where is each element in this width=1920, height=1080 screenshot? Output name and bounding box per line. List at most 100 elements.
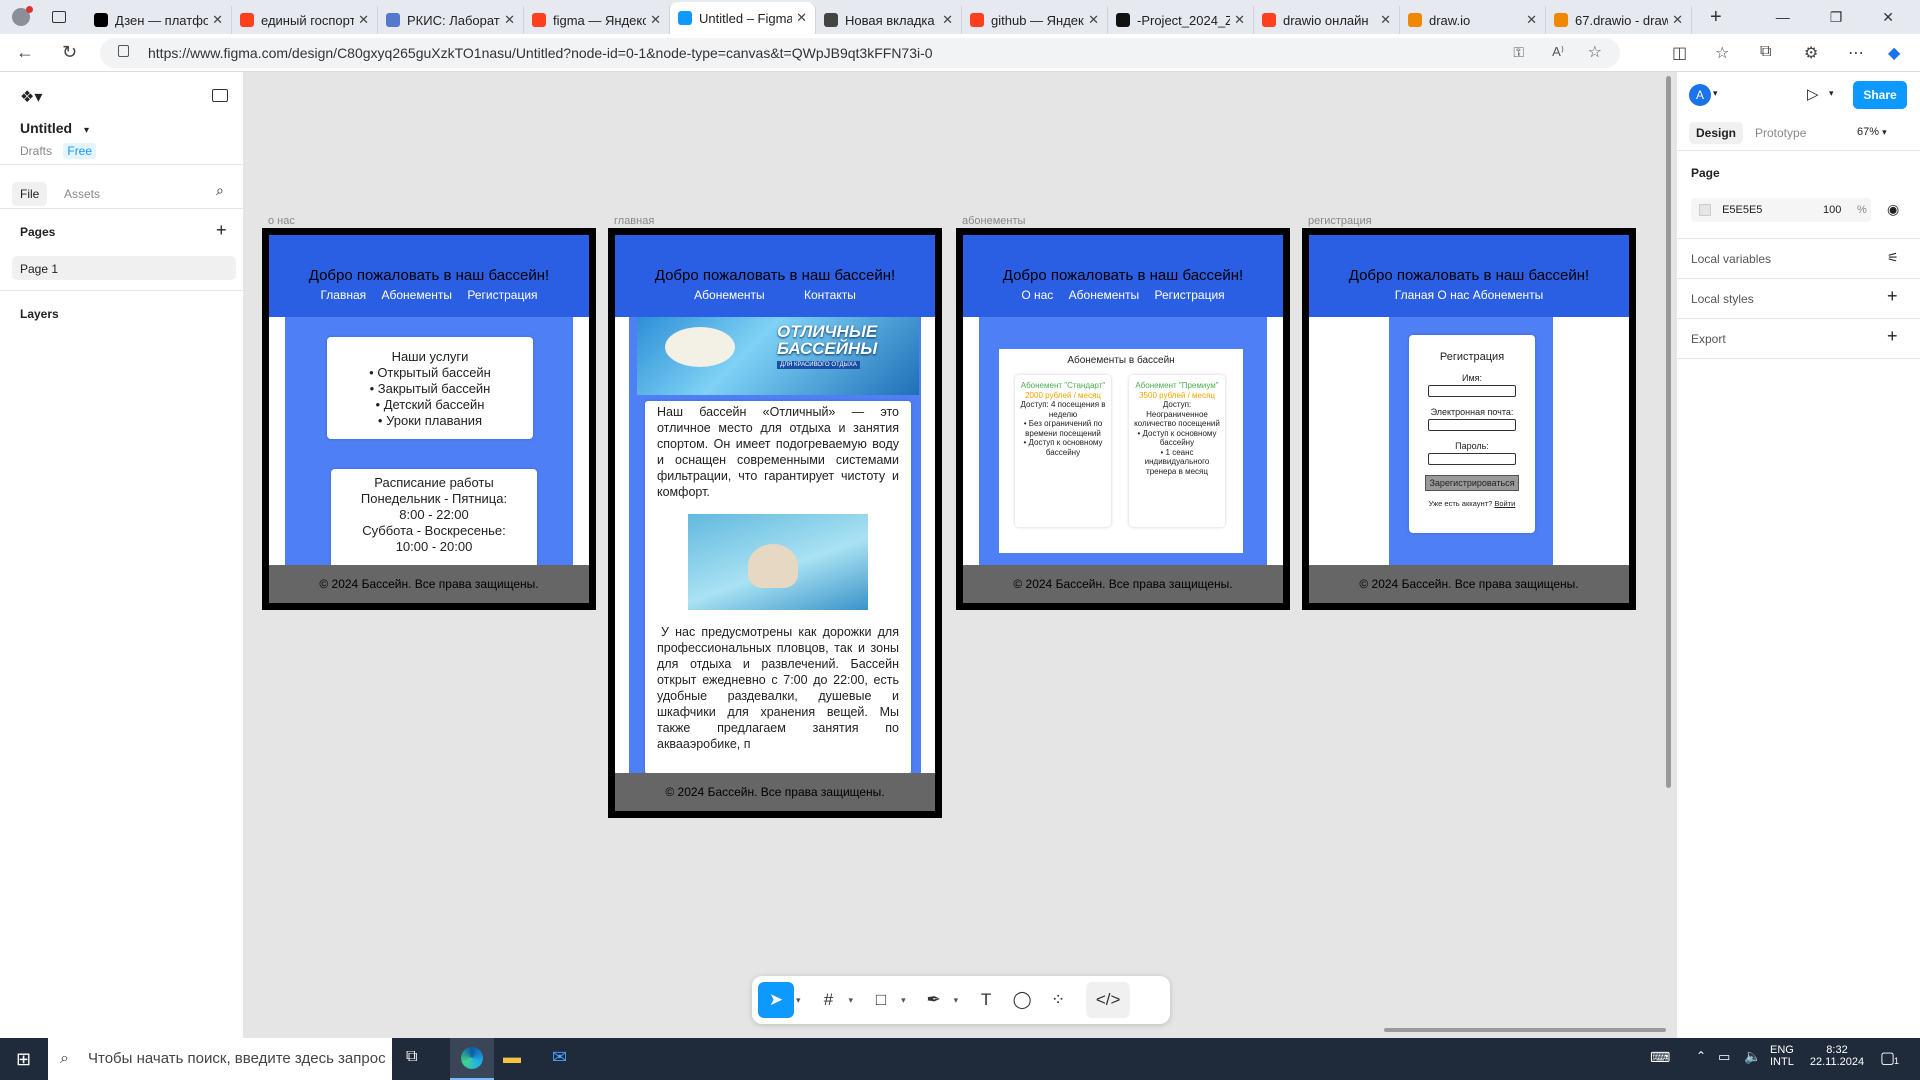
browser-tab[interactable]: drawio онлайн ✕ xyxy=(1254,6,1400,34)
page-bg-color-field[interactable]: E5E5E5 100 % xyxy=(1691,198,1871,222)
collections-icon[interactable]: ⧉ xyxy=(1760,43,1771,61)
chevron-down-icon[interactable]: ▾ xyxy=(1829,88,1834,99)
resources-tool-icon[interactable]: ⁘ xyxy=(1040,982,1076,1018)
search-icon[interactable]: ⌕ xyxy=(216,182,224,199)
file-explorer-icon[interactable]: ▬ xyxy=(503,1047,521,1068)
tab-close-icon[interactable]: ✕ xyxy=(504,12,515,28)
edge-taskbar-item[interactable] xyxy=(450,1038,494,1080)
local-styles[interactable]: Local styles xyxy=(1691,292,1754,306)
tab-file[interactable]: File xyxy=(12,182,48,206)
local-variables[interactable]: Local variables xyxy=(1691,252,1771,266)
page-item-page1[interactable]: Page 1 xyxy=(12,256,236,280)
tab-design[interactable]: Design xyxy=(1689,122,1744,144)
variables-settings-icon[interactable]: ⚟ xyxy=(1887,250,1899,266)
frame-label-about[interactable]: о нас xyxy=(268,215,295,227)
add-style-icon[interactable]: + xyxy=(1887,286,1898,307)
chevron-down-icon[interactable]: ▾ xyxy=(849,995,854,1006)
file-title[interactable]: Untitled ▾ xyxy=(20,120,89,136)
tab-close-icon[interactable]: ✕ xyxy=(1088,12,1099,28)
nav-link[interactable]: Регистрация xyxy=(467,288,537,302)
browser-tab[interactable]: единый госпорт ✕ xyxy=(232,6,378,34)
tab-close-icon[interactable]: ✕ xyxy=(212,12,223,28)
zoom-level[interactable]: 67% ▾ xyxy=(1857,126,1887,138)
taskbar-search[interactable]: ⌕ Чтобы начать поиск, введите здесь запр… xyxy=(48,1038,392,1080)
email-input[interactable] xyxy=(1428,419,1516,431)
copilot-icon[interactable]: ◆ xyxy=(1888,43,1900,63)
url-field[interactable]: https://www.figma.com/design/C80gxyq265g… xyxy=(100,38,1620,68)
minimize-icon[interactable]: — xyxy=(1776,9,1790,25)
avatar[interactable]: A xyxy=(1689,84,1711,106)
figma-canvas[interactable]: о нас Добро пожаловать в наш бассейн! Гл… xyxy=(244,72,1894,1038)
share-button[interactable]: Share xyxy=(1853,81,1907,109)
chevron-down-icon[interactable]: ▾ xyxy=(84,125,89,136)
site-nav[interactable]: Гланая О нас Абонементы xyxy=(1309,288,1629,302)
mail-icon[interactable]: ✉ xyxy=(552,1047,567,1068)
extensions-icon[interactable]: ⚙ xyxy=(1804,43,1818,63)
back-icon[interactable]: ← xyxy=(16,42,34,63)
tab-close-icon[interactable]: ✕ xyxy=(942,12,953,28)
add-page-icon[interactable]: + xyxy=(216,220,227,241)
password-input[interactable] xyxy=(1428,453,1516,465)
tab-prototype[interactable]: Prototype xyxy=(1755,126,1806,140)
browser-tab[interactable]: Untitled – Figma ✕ xyxy=(670,2,816,34)
language-indicator[interactable]: ENG INTL xyxy=(1770,1044,1794,1068)
text-tool-icon[interactable]: T xyxy=(968,982,1004,1018)
chevron-down-icon[interactable]: ▾ xyxy=(796,995,801,1006)
frame-label-main[interactable]: главная xyxy=(614,215,654,227)
frame-about[interactable]: Добро пожаловать в наш бассейн! Главная … xyxy=(262,228,596,610)
frame-tool-icon[interactable]: # xyxy=(811,982,847,1018)
tab-close-icon[interactable]: ✕ xyxy=(1672,12,1683,28)
profile-icon[interactable] xyxy=(12,6,33,26)
add-export-icon[interactable]: + xyxy=(1887,326,1898,347)
key-icon[interactable]: ⚿ xyxy=(1513,44,1524,61)
favorites-icon[interactable]: ☆ xyxy=(1715,43,1729,63)
network-icon[interactable]: ▭ xyxy=(1718,1049,1730,1065)
drafts-link[interactable]: Drafts xyxy=(20,144,52,158)
browser-tab[interactable]: figma — Яндекс ✕ xyxy=(524,6,670,34)
figma-menu-icon[interactable]: ❖▾ xyxy=(20,87,42,107)
comment-tool-icon[interactable]: ◯ xyxy=(1004,982,1040,1018)
volume-icon[interactable]: 🔈 xyxy=(1744,1048,1761,1065)
name-input[interactable] xyxy=(1428,385,1516,397)
chevron-down-icon[interactable]: ▾ xyxy=(954,995,959,1006)
shape-tool-icon[interactable]: □ xyxy=(863,982,899,1018)
tab-close-icon[interactable]: ✕ xyxy=(796,10,807,26)
tab-assets[interactable]: Assets xyxy=(64,187,100,201)
bg-opacity[interactable]: 100 xyxy=(1823,198,1841,222)
read-aloud-icon[interactable]: A⁾ xyxy=(1552,44,1564,60)
tab-close-icon[interactable]: ✕ xyxy=(650,12,661,28)
new-tab-button[interactable]: + xyxy=(1710,6,1722,29)
browser-tab[interactable]: github — Яндекс ✕ xyxy=(962,6,1108,34)
nav-link[interactable]: О нас xyxy=(1021,288,1053,302)
nav-link[interactable]: Контакты xyxy=(804,288,856,302)
export-section[interactable]: Export xyxy=(1691,332,1726,346)
frame-reg[interactable]: Добро пожаловать в наш бассейн! Гланая О… xyxy=(1302,228,1636,610)
register-button[interactable]: Зарегистрироваться xyxy=(1425,475,1519,491)
bg-hex[interactable]: E5E5E5 xyxy=(1722,204,1762,216)
login-link[interactable]: Войти xyxy=(1494,499,1515,508)
frame-subs[interactable]: Добро пожаловать в наш бассейн! О нас Аб… xyxy=(956,228,1290,610)
tray-chevron-icon[interactable]: ⌃ xyxy=(1696,1049,1706,1063)
horizontal-scrollbar[interactable] xyxy=(1384,1028,1666,1032)
tab-close-icon[interactable]: ✕ xyxy=(1526,12,1537,28)
standard-plan-card[interactable]: Абонемент "Стандарт" 2000 рублей / месяц… xyxy=(1015,375,1111,527)
move-tool-icon[interactable]: ➤ xyxy=(758,982,794,1018)
task-view-icon[interactable]: ⧉ xyxy=(406,1048,417,1066)
present-play-icon[interactable]: ▷ xyxy=(1807,85,1819,103)
sidebar-toggle-icon[interactable] xyxy=(212,89,228,102)
browser-tab[interactable]: Дзен — платформа✕ xyxy=(86,6,232,34)
browser-tab[interactable]: 67.drawio - draw ✕ xyxy=(1546,6,1692,34)
tab-close-icon[interactable]: ✕ xyxy=(1380,12,1391,28)
vertical-scrollbar[interactable] xyxy=(1666,76,1671,788)
frame-label-subs[interactable]: абонементы xyxy=(962,215,1025,227)
plan-badge[interactable]: Free xyxy=(63,143,97,159)
browser-tab[interactable]: -Project_2024_Z ✕ xyxy=(1108,6,1254,34)
more-menu-icon[interactable]: ⋯ xyxy=(1848,43,1864,63)
close-window-icon[interactable]: ✕ xyxy=(1882,9,1894,26)
split-screen-icon[interactable]: ◫ xyxy=(1672,43,1687,63)
tab-actions-icon[interactable] xyxy=(52,11,66,23)
nav-link[interactable]: Главная xyxy=(320,288,366,302)
favorite-star-icon[interactable]: ☆ xyxy=(1588,42,1602,62)
tab-close-icon[interactable]: ✕ xyxy=(1234,12,1245,28)
browser-tab[interactable]: draw.io ✕ xyxy=(1400,6,1546,34)
